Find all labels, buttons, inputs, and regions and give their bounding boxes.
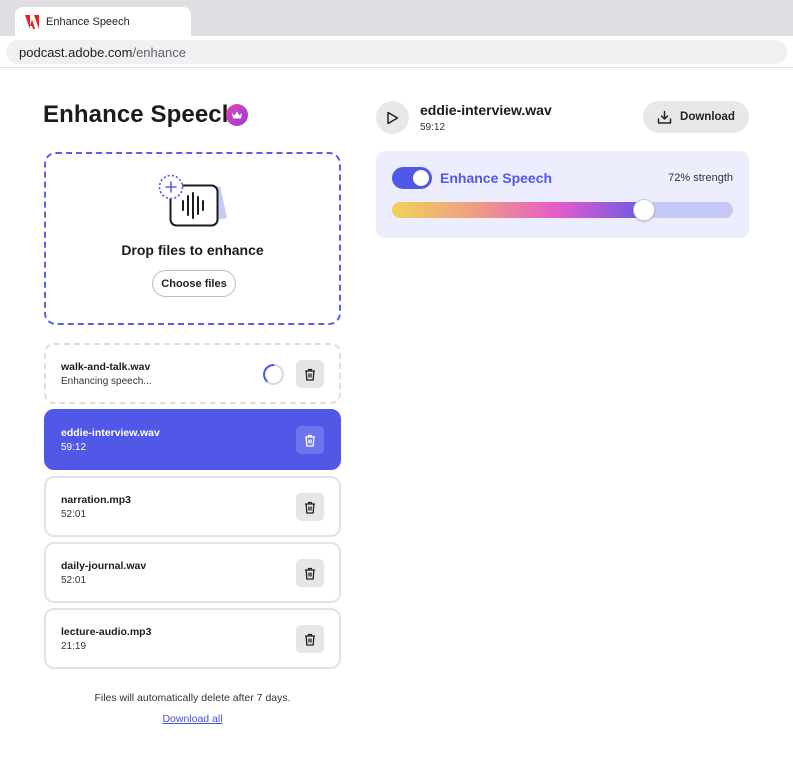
adobe-logo-icon (25, 14, 39, 29)
strength-slider[interactable] (392, 199, 733, 221)
file-duration: 52:01 (61, 575, 87, 586)
trash-icon (305, 633, 315, 646)
browser-tab-bar: Enhance Speech (0, 0, 793, 36)
browser-tab[interactable]: Enhance Speech (15, 7, 191, 36)
audio-file-add-icon (158, 172, 230, 232)
file-name: daily-journal.wav (61, 560, 147, 572)
enhance-speech-toggle[interactable] (392, 167, 432, 189)
trash-icon (305, 434, 315, 447)
strength-value: 72% strength (668, 172, 733, 184)
download-button-label: Download (680, 111, 735, 123)
trash-icon (305, 368, 315, 381)
delete-file-button[interactable] (296, 559, 324, 587)
file-item[interactable]: walk-and-talk.wav Enhancing speech... (44, 343, 341, 404)
delete-file-button[interactable] (296, 493, 324, 521)
download-all-link[interactable]: Download all (162, 713, 222, 725)
trash-icon (305, 567, 315, 580)
page-title: Enhance Speech (43, 101, 237, 128)
file-item[interactable]: narration.mp3 52:01 (44, 476, 341, 537)
file-item[interactable]: eddie-interview.wav 59:12 (44, 409, 341, 470)
track-duration: 59:12 (420, 122, 446, 133)
file-name: lecture-audio.mp3 (61, 626, 152, 638)
track-title: eddie-interview.wav (420, 102, 552, 118)
file-item[interactable]: lecture-audio.mp3 21:19 (44, 608, 341, 669)
file-duration: 52:01 (61, 509, 87, 520)
choose-files-button[interactable]: Choose files (152, 270, 236, 297)
crown-icon (226, 104, 248, 126)
download-icon (657, 110, 672, 124)
enhance-panel: Enhance Speech 72% strength (376, 151, 749, 238)
loading-spinner-icon (262, 363, 285, 386)
file-duration: 59:12 (61, 442, 87, 453)
file-duration: 21:19 (61, 641, 87, 652)
delete-file-button[interactable] (296, 360, 324, 388)
play-button[interactable] (376, 101, 409, 134)
enhance-speech-label: Enhance Speech (440, 170, 553, 186)
file-status: Enhancing speech... (61, 376, 152, 387)
file-dropzone[interactable]: Drop files to enhance Choose files (44, 152, 341, 325)
file-item[interactable]: daily-journal.wav 52:01 (44, 542, 341, 603)
file-name: eddie-interview.wav (61, 427, 160, 439)
file-name: narration.mp3 (61, 494, 132, 506)
download-button[interactable]: Download (643, 101, 749, 133)
dropzone-prompt: Drop files to enhance (121, 242, 264, 258)
slider-thumb[interactable] (632, 199, 655, 221)
browser-tab-title: Enhance Speech (46, 15, 130, 28)
trash-icon (305, 501, 315, 514)
delete-file-button[interactable] (296, 625, 324, 653)
play-icon (387, 111, 399, 124)
url-path: /enhance (132, 44, 186, 60)
url-field[interactable]: podcast.adobe.com/enhance (6, 40, 787, 64)
delete-file-button[interactable] (296, 426, 324, 454)
browser-address-bar: podcast.adobe.com/enhance (0, 36, 793, 68)
auto-delete-note: Files will automatically delete after 7 … (94, 692, 291, 704)
slider-fill (392, 202, 644, 218)
toggle-knob (413, 170, 429, 186)
url-host: podcast.adobe.com (19, 44, 133, 60)
file-name: walk-and-talk.wav (61, 361, 151, 373)
